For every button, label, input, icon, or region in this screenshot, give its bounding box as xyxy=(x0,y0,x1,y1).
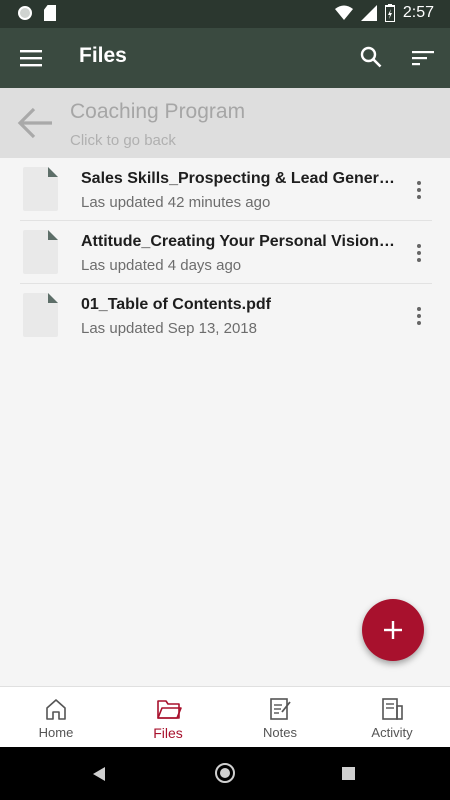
document-icon xyxy=(23,230,58,274)
document-icon xyxy=(23,167,58,211)
folder-icon xyxy=(157,700,182,719)
file-updated: Las updated 4 days ago xyxy=(81,257,242,274)
page-title: Files xyxy=(79,44,127,67)
status-bar: 2:57 xyxy=(0,0,450,28)
back-arrow-icon[interactable] xyxy=(16,104,54,142)
plus-icon xyxy=(384,621,402,639)
file-updated: Las updated Sep 13, 2018 xyxy=(81,320,257,337)
app-bar: Files xyxy=(0,28,450,88)
bottom-nav: Home Files Notes Activity xyxy=(0,686,450,747)
nav-home-label: Home xyxy=(38,725,74,740)
nav-activity-label: Activity xyxy=(371,725,413,740)
folder-back-header[interactable]: Coaching Program Click to go back xyxy=(0,88,450,158)
system-nav-bar xyxy=(0,747,450,800)
search-icon[interactable] xyxy=(360,46,382,68)
more-vert-icon[interactable] xyxy=(412,180,426,200)
notes-icon xyxy=(270,698,291,720)
more-vert-icon[interactable] xyxy=(412,243,426,263)
more-vert-icon[interactable] xyxy=(412,306,426,326)
add-file-button[interactable] xyxy=(362,599,424,661)
sd-card-icon xyxy=(44,5,56,21)
battery-icon xyxy=(384,4,395,22)
activity-icon xyxy=(382,698,403,720)
sort-icon[interactable] xyxy=(412,47,434,69)
file-name: 01_Table of Contents.pdf xyxy=(81,296,271,313)
file-name: Sales Skills_Prospecting & Lead Generati… xyxy=(81,170,397,187)
folder-subtitle: Click to go back xyxy=(70,132,176,149)
nav-home[interactable]: Home xyxy=(0,687,112,747)
file-updated: Las updated 42 minutes ago xyxy=(81,194,271,211)
clock: 2:57 xyxy=(402,4,434,21)
nav-activity[interactable]: Activity xyxy=(336,687,448,747)
system-back-icon[interactable] xyxy=(93,767,105,781)
menu-icon[interactable] xyxy=(20,47,42,69)
list-item[interactable]: 01_Table of Contents.pdf Las updated Sep… xyxy=(0,284,450,347)
file-name: Attitude_Creating Your Personal Vision.p… xyxy=(81,233,397,250)
nav-files[interactable]: Files xyxy=(112,687,224,747)
notification-dot-icon xyxy=(18,6,32,20)
nav-notes-label: Notes xyxy=(263,725,297,740)
list-item[interactable]: Attitude_Creating Your Personal Vision.p… xyxy=(0,221,450,284)
nav-notes[interactable]: Notes xyxy=(224,687,336,747)
document-icon xyxy=(23,293,58,337)
file-list: Sales Skills_Prospecting & Lead Generati… xyxy=(0,158,450,347)
system-home-icon[interactable] xyxy=(215,763,235,783)
system-recents-icon[interactable] xyxy=(342,767,355,780)
folder-title: Coaching Program xyxy=(70,100,246,123)
signal-icon xyxy=(360,5,377,21)
wifi-icon xyxy=(334,5,353,20)
home-icon xyxy=(46,699,66,720)
list-item[interactable]: Sales Skills_Prospecting & Lead Generati… xyxy=(0,158,450,221)
nav-files-label: Files xyxy=(153,725,183,741)
